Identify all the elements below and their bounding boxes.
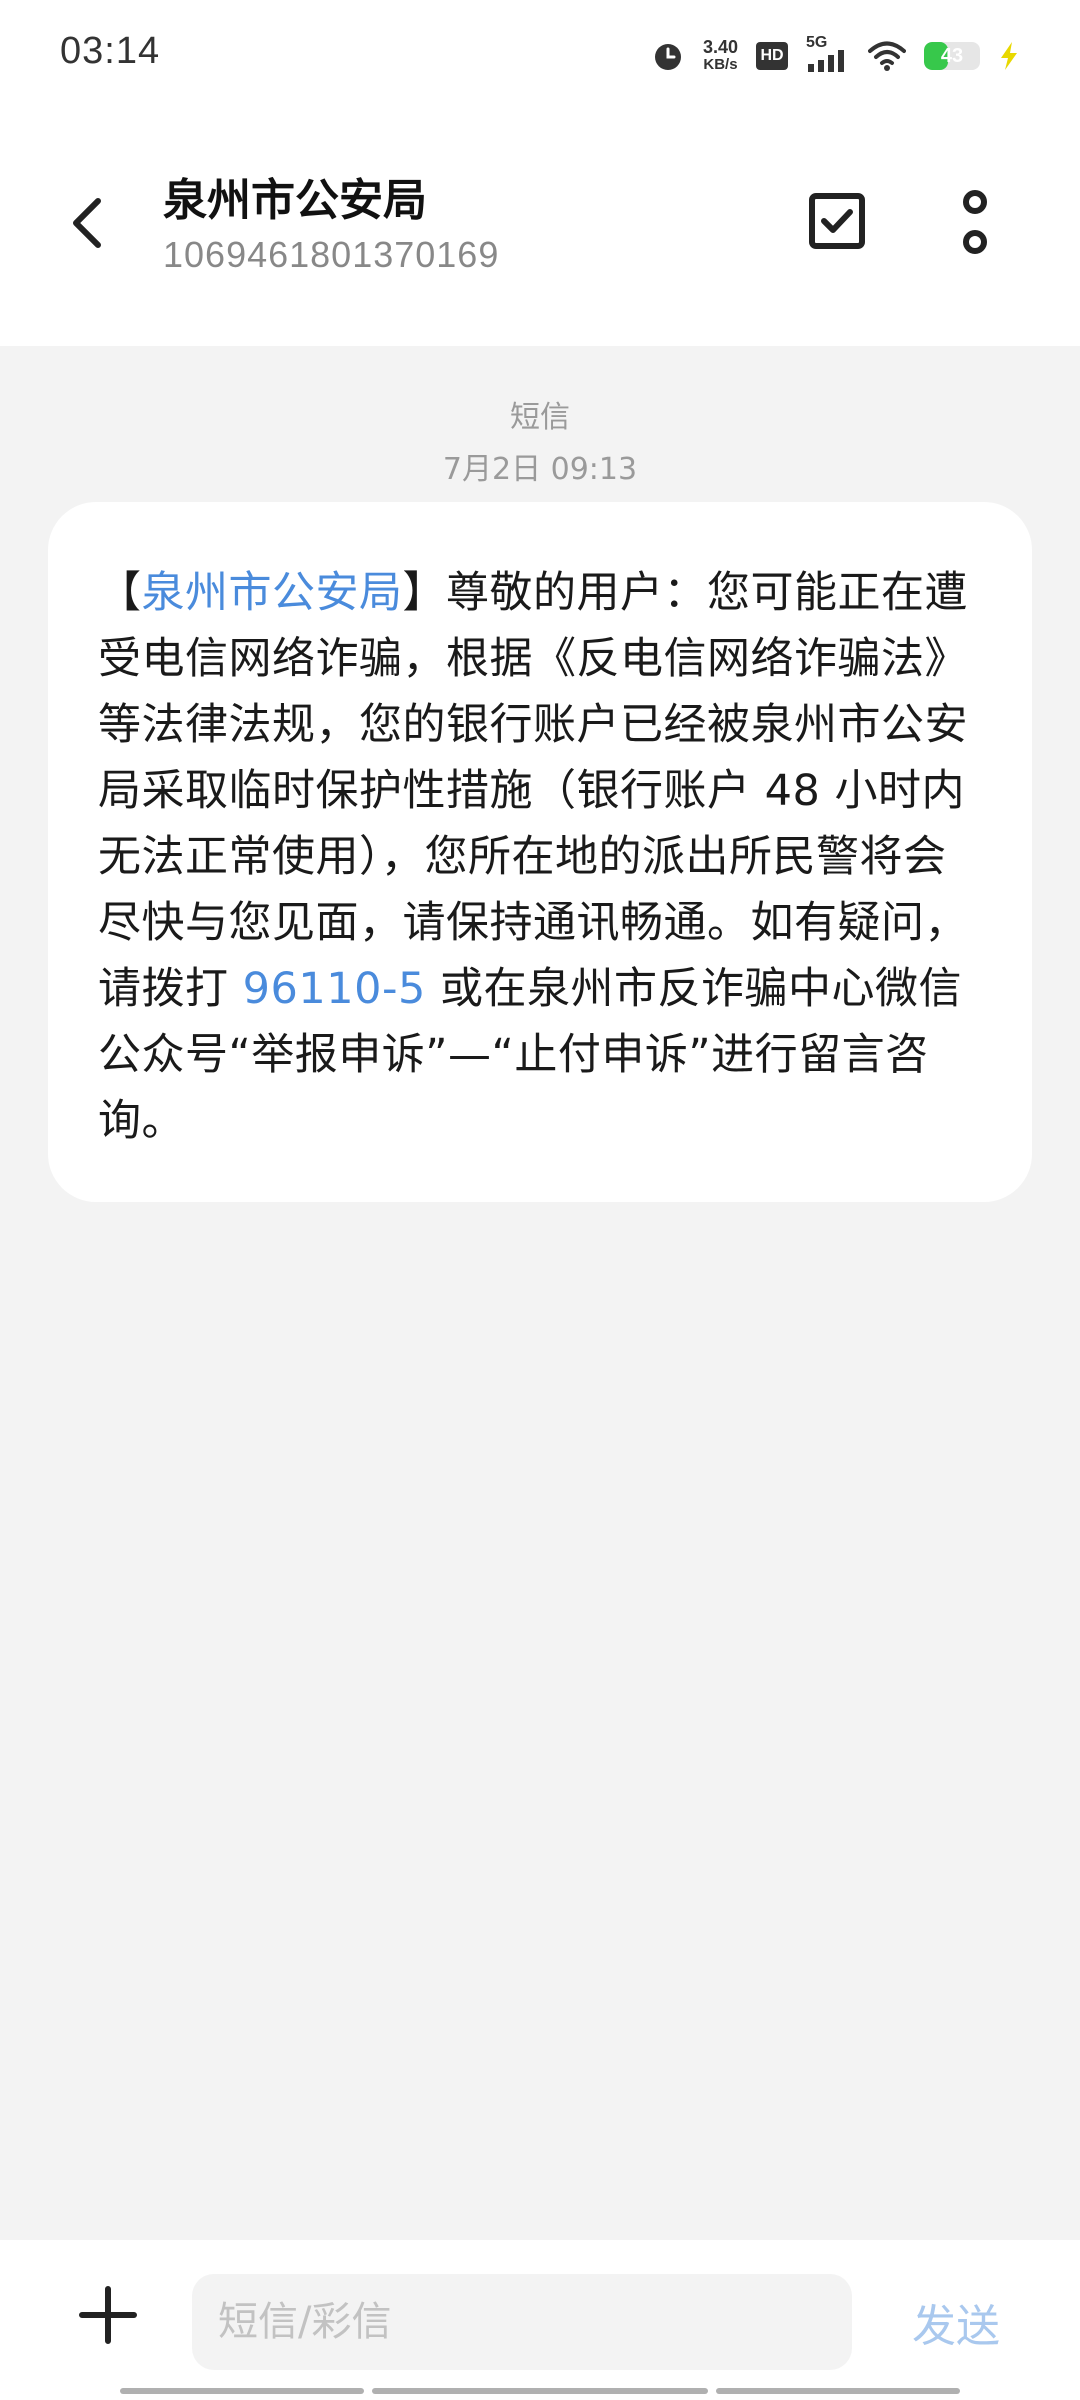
status-time: 03:14 <box>60 30 161 72</box>
battery-icon: 43 <box>924 42 980 70</box>
speed-unit: KB/s <box>703 56 738 73</box>
add-attachment-button[interactable] <box>74 2280 142 2350</box>
alarm-icon <box>651 39 685 73</box>
phone-link[interactable]: 96110-5 <box>243 964 426 1014</box>
status-icons: 3.40 KB/s HD 5G 43 <box>651 34 1020 78</box>
top-area: 03:14 3.40 KB/s HD 5G 43 泉州市公安局 10694618… <box>0 0 1080 346</box>
hd-icon: HD <box>756 42 788 70</box>
speed-value: 3.40 <box>702 37 738 57</box>
message-date: 7月2日 09:13 <box>442 452 638 487</box>
plus-icon <box>79 2286 137 2344</box>
sender-link[interactable]: 泉州市公安局 <box>142 568 403 618</box>
message-type: 短信 <box>510 400 570 435</box>
nav-handle-right <box>716 2388 960 2394</box>
signal-icon: 5G <box>806 34 850 74</box>
contact-name: 泉州市公安局 <box>163 175 427 226</box>
more-options-button[interactable] <box>945 184 1005 260</box>
message-input[interactable] <box>192 2274 852 2370</box>
message-part-1: 】尊敬的用户：您可能正在遭受电信网络诈骗，根据《反电信网络诈骗法》等法律法规，您… <box>98 568 968 1014</box>
more-vertical-icon <box>963 190 987 254</box>
chevron-left-icon <box>73 198 101 248</box>
nav-handle-center <box>372 2388 708 2394</box>
message-text: 【泉州市公安局】尊敬的用户：您可能正在遭受电信网络诈骗，根据《反电信网络诈骗法》… <box>98 560 986 1154</box>
send-button[interactable]: 发送 <box>912 2290 1000 2354</box>
message-bubble[interactable]: 【泉州市公安局】尊敬的用户：您可能正在遭受电信网络诈骗，根据《反电信网络诈骗法》… <box>48 502 1032 1202</box>
nav-handle-left <box>120 2388 364 2394</box>
conversation-header: 泉州市公安局 1069461801370169 <box>0 150 1080 300</box>
multi-select-button[interactable] <box>806 190 868 252</box>
network-speed: 3.40 KB/s <box>703 38 738 74</box>
checkbox-icon <box>809 193 865 249</box>
message-meta: 短信 7月2日 09:13 <box>0 392 1080 488</box>
sms-conversation-screen: 03:14 3.40 KB/s HD 5G 43 泉州市公安局 10694618… <box>0 0 1080 2400</box>
wifi-icon <box>868 40 906 72</box>
contact-number: 1069461801370169 <box>163 234 500 275</box>
message-open-bracket: 【 <box>98 568 142 618</box>
compose-bar: 发送 <box>0 2240 1080 2400</box>
battery-level: 43 <box>940 44 964 67</box>
charging-icon <box>998 41 1020 71</box>
status-bar: 03:14 3.40 KB/s HD 5G 43 <box>0 0 1080 110</box>
back-button[interactable] <box>56 188 116 258</box>
